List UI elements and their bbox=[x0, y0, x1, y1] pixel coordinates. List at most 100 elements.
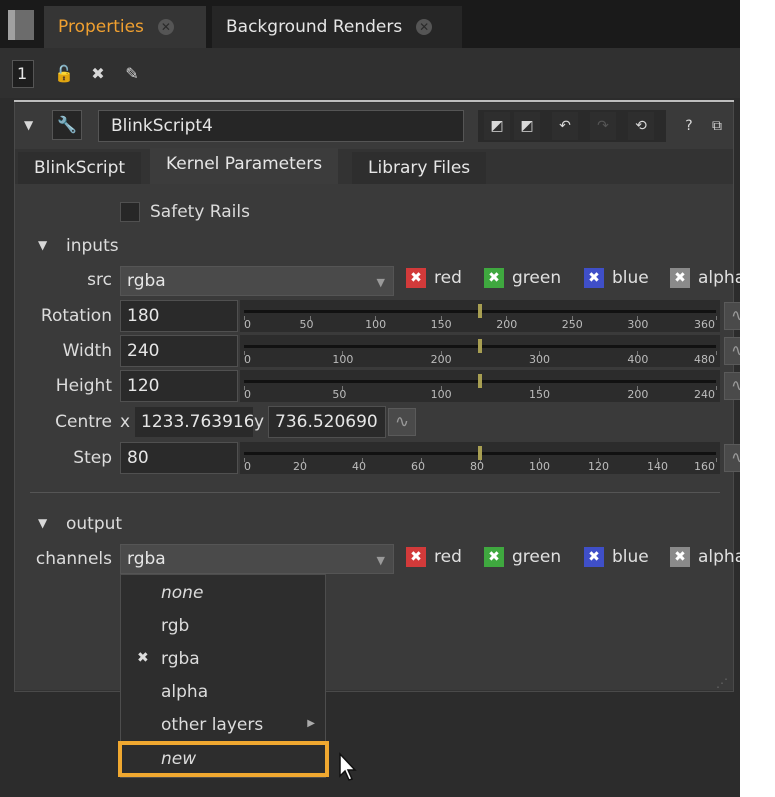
revert-icon[interactable]: ⟲ bbox=[628, 112, 654, 140]
src-green-toggle[interactable]: ✖ green bbox=[484, 268, 561, 288]
output-alpha-toggle[interactable]: ✖ alpha bbox=[670, 547, 745, 567]
slider-tick-label: 250 bbox=[561, 318, 583, 331]
output-red-toggle[interactable]: ✖ red bbox=[406, 547, 462, 567]
height-slider[interactable]: 0 50 100 150 200 240 bbox=[240, 370, 720, 402]
slider-tick-label: 20 bbox=[293, 460, 307, 473]
redo-icon[interactable]: ↷ bbox=[590, 112, 616, 140]
chevron-down-icon: ▼ bbox=[376, 554, 385, 567]
rotation-slider[interactable]: 0 50 100 150 200 250 300 360 bbox=[240, 300, 720, 332]
width-input[interactable]: 240 bbox=[120, 335, 238, 367]
wrench-icon[interactable]: 🔧 bbox=[52, 110, 82, 140]
mouse-pointer-icon bbox=[339, 752, 357, 781]
slider-tick-label: 140 bbox=[647, 460, 668, 473]
collapse-triangle-icon[interactable]: ▼ bbox=[24, 118, 33, 132]
centre-animation-icon[interactable]: ∿ bbox=[388, 408, 416, 436]
menu-item-rgb[interactable]: rgb bbox=[121, 610, 327, 643]
slider-tick bbox=[716, 386, 717, 390]
node-name-field[interactable]: BlinkScript4 bbox=[98, 110, 464, 142]
slider-handle[interactable] bbox=[478, 304, 482, 318]
close-icon[interactable]: ✕ bbox=[416, 19, 433, 35]
undo-icon[interactable]: ↶ bbox=[552, 112, 578, 140]
slider-tick bbox=[716, 458, 717, 462]
slider-tick-label: 300 bbox=[529, 353, 550, 366]
height-input[interactable]: 120 bbox=[120, 370, 238, 402]
src-alpha-toggle[interactable]: ✖ alpha bbox=[670, 268, 745, 288]
slider-tick-label: 150 bbox=[430, 318, 452, 331]
clear-panels-icon[interactable]: ✖ bbox=[88, 64, 108, 84]
resize-grip-icon[interactable]: ⋰ bbox=[716, 676, 728, 690]
output-collapse-icon[interactable]: ▼ bbox=[38, 516, 47, 530]
subtab-kernel-parameters[interactable]: Kernel Parameters bbox=[150, 148, 339, 184]
properties-window: Properties ✕ Background Renders ✕ 1 🔓 ✖ … bbox=[0, 0, 752, 797]
menu-item-label: other layers bbox=[161, 715, 264, 735]
section-divider bbox=[30, 492, 720, 493]
centre-x-input[interactable]: 1233.763916 bbox=[134, 406, 254, 438]
tab-background-renders[interactable]: Background Renders ✕ bbox=[212, 6, 462, 48]
slider-tick-label: 50 bbox=[332, 388, 347, 401]
slider-tick-label: 360 bbox=[694, 318, 715, 331]
menu-item-label: alpha bbox=[161, 682, 209, 702]
src-dropdown-value: rgba bbox=[127, 271, 166, 291]
tab-properties[interactable]: Properties ✕ bbox=[44, 6, 206, 48]
blue-channel-label: blue bbox=[612, 268, 649, 288]
safety-rails-label: Safety Rails bbox=[150, 202, 250, 222]
gl-color-icon[interactable]: ◩ bbox=[514, 112, 540, 140]
centre-y-input[interactable]: 736.520690 bbox=[268, 406, 386, 438]
rotation-input[interactable]: 180 bbox=[120, 300, 238, 332]
close-icon[interactable]: ✕ bbox=[157, 19, 174, 35]
blue-channel-icon: ✖ bbox=[584, 547, 604, 567]
slider-tick-label: 0 bbox=[244, 353, 251, 366]
slider-tick-label: 0 bbox=[244, 460, 251, 473]
lock-icon[interactable]: 🔓 bbox=[54, 64, 74, 84]
menu-item-other-layers[interactable]: other layers ▶ bbox=[121, 709, 327, 742]
slider-handle[interactable] bbox=[478, 374, 482, 388]
width-slider[interactable]: 0 100 200 300 400 480 bbox=[240, 335, 720, 367]
red-channel-label: red bbox=[434, 268, 462, 288]
edit-icon[interactable]: ✎ bbox=[122, 64, 142, 84]
menu-item-none[interactable]: none bbox=[121, 577, 327, 610]
float-panel-icon[interactable]: ⧉ bbox=[704, 112, 730, 140]
slider-tick-label: 100 bbox=[365, 318, 387, 331]
green-channel-label: green bbox=[512, 547, 562, 567]
green-channel-icon: ✖ bbox=[484, 547, 504, 567]
output-channels-dropdown[interactable]: rgba ▼ bbox=[120, 544, 394, 574]
node-color-icon[interactable]: ◩ bbox=[484, 112, 510, 140]
max-panels-field[interactable]: 1 bbox=[12, 60, 34, 88]
menu-item-alpha[interactable]: alpha bbox=[121, 676, 327, 709]
src-blue-toggle[interactable]: ✖ blue bbox=[584, 268, 649, 288]
tab-background-renders-label: Background Renders bbox=[226, 17, 403, 37]
subtab-library-files[interactable]: Library Files bbox=[352, 152, 487, 184]
help-icon[interactable]: ? bbox=[676, 112, 702, 140]
alpha-channel-icon: ✖ bbox=[670, 268, 690, 288]
output-blue-toggle[interactable]: ✖ blue bbox=[584, 547, 649, 567]
src-dropdown[interactable]: rgba ▼ bbox=[120, 266, 394, 296]
width-label: Width bbox=[62, 341, 112, 361]
step-label: Step bbox=[73, 448, 112, 468]
slider-tick-label: 120 bbox=[588, 460, 609, 473]
step-slider[interactable]: 0 20 40 60 80 100 120 140 160 bbox=[240, 442, 720, 474]
slider-tick-label: 40 bbox=[352, 460, 366, 473]
slider-handle[interactable] bbox=[478, 446, 482, 460]
menu-item-label: none bbox=[161, 583, 204, 603]
menu-item-label: rgba bbox=[161, 649, 200, 669]
subtab-blinkscript[interactable]: BlinkScript bbox=[18, 152, 142, 184]
submenu-arrow-icon: ▶ bbox=[307, 718, 315, 729]
panel-grip-icon[interactable] bbox=[8, 10, 34, 40]
output-green-toggle[interactable]: ✖ green bbox=[484, 547, 561, 567]
slider-tick-label: 200 bbox=[430, 353, 452, 366]
slider-handle[interactable] bbox=[478, 339, 482, 353]
menu-item-rgba[interactable]: ✖ rgba bbox=[121, 643, 327, 676]
slider-tick-label: 480 bbox=[694, 353, 715, 366]
output-channels-value: rgba bbox=[127, 549, 166, 569]
safety-rails-checkbox[interactable] bbox=[120, 202, 140, 222]
inputs-collapse-icon[interactable]: ▼ bbox=[38, 238, 47, 252]
output-header: output bbox=[66, 514, 123, 534]
slider-tick-label: 100 bbox=[430, 388, 452, 401]
slider-tick-label: 150 bbox=[529, 388, 550, 401]
alpha-channel-label: alpha bbox=[698, 268, 746, 288]
slider-tick-label: 160 bbox=[694, 460, 715, 473]
red-channel-icon: ✖ bbox=[406, 547, 426, 567]
step-input[interactable]: 80 bbox=[120, 442, 238, 474]
highlight-box bbox=[118, 741, 329, 777]
src-red-toggle[interactable]: ✖ red bbox=[406, 268, 462, 288]
